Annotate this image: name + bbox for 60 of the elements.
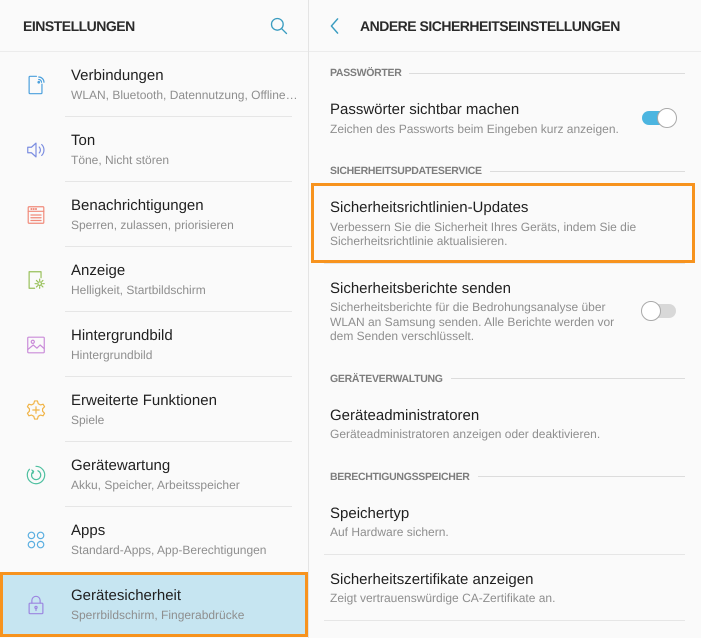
four-circles-icon xyxy=(25,528,47,550)
toggle-switch[interactable] xyxy=(641,301,677,321)
notification-panel-icon xyxy=(25,204,47,226)
setting-row[interactable]: Passwörter sichtbar machen Zeichen des Passworts beim Eingeben kurz anzeigen. xyxy=(309,85,701,150)
setting-title: Speichertyp xyxy=(330,504,410,524)
sidebar-item[interactable]: Anzeige Helligkeit, Startbildschirm xyxy=(0,247,308,312)
item-title: Erweiterte Funktionen xyxy=(71,391,217,411)
section-header: GERÄTEVERWALTUNG xyxy=(330,372,443,386)
section-header: SICHERHEITSUPDATESERVICE xyxy=(330,164,482,178)
sidebar-item[interactable]: Ton Töne, Nicht stören xyxy=(0,117,308,182)
header-title: ANDERE SICHERHEITSEINSTELLUNGEN xyxy=(360,16,620,34)
sidebar-item[interactable]: Verbindungen WLAN, Bluetooth, Datennutzung, Offline… xyxy=(0,52,308,117)
section-header: PASSWÖRTER xyxy=(330,66,402,80)
gear-plus-icon xyxy=(25,398,47,420)
item-subtitle: Sperrbildschirm, Fingerabdrücke xyxy=(71,607,244,623)
item-subtitle: Töne, Nicht stören xyxy=(71,152,170,168)
setting-description: Zeigt vertrauenswürdige CA-Zertifikate an. xyxy=(330,591,556,606)
toggle-switch[interactable] xyxy=(641,108,677,128)
setting-description: Verbessern Sie die Sicherheit Ihres Geräts, indem Sie die Sicherheitsrichtlinie aktualisieren. xyxy=(330,220,638,248)
item-subtitle: Spiele xyxy=(71,412,106,428)
setting-title: Sicherheitsberichte senden xyxy=(330,278,512,298)
search-icon[interactable] xyxy=(269,16,289,36)
header-title: EINSTELLUNGEN xyxy=(23,16,135,34)
image-icon xyxy=(25,334,47,356)
setting-description: Geräteadministratoren anzeigen oder deaktivieren. xyxy=(330,427,602,442)
back-icon[interactable] xyxy=(330,18,339,34)
item-title: Apps xyxy=(71,521,106,541)
setting-row[interactable]: Sicherheitsrichtlinien-Updates Verbessern Sie die Sicherheit Ihres Geräts, indem Sie die Sicherheitsrichtlinie aktualisieren. xyxy=(311,183,695,262)
sidebar-item[interactable]: Apps Standard-Apps, App-Berechtigungen xyxy=(0,507,308,572)
setting-title: Passwörter sichtbar machen xyxy=(330,100,520,120)
item-title: Gerätewartung xyxy=(71,456,172,476)
item-title: Hintergrundbild xyxy=(71,326,173,346)
item-title: Benachrichtigungen xyxy=(71,196,205,216)
sidebar-item[interactable]: Benachrichtigungen Sperren, zulassen, priorisieren xyxy=(0,182,308,247)
setting-title: Geräteadministratoren xyxy=(330,406,480,426)
item-subtitle: Akku, Speicher, Arbeitsspeicher xyxy=(71,477,240,493)
item-title: Ton xyxy=(71,131,96,151)
item-subtitle: Sperren, zulassen, priorisieren xyxy=(71,217,234,233)
setting-title: Sicherheitsrichtlinien-Updates xyxy=(330,198,530,218)
sidebar-item[interactable]: Erweiterte Funktionen Spiele xyxy=(0,377,308,442)
setting-title: Sicherheitszertifikate anzeigen xyxy=(330,570,534,590)
setting-row[interactable]: Sicherheitszertifikate anzeigen Zeigt vertrauenswürdige CA-Zertifikate an. xyxy=(309,554,701,620)
setting-description: Sicherheitsberichte für die Bedrohungsanalyse über WLAN an Samsung senden. Alle Berichte werden vor dem Senden verschlüsselt. xyxy=(330,300,616,344)
item-title: Verbindungen xyxy=(71,66,165,86)
item-subtitle: Helligkeit, Startbildschirm xyxy=(71,282,206,298)
setting-description: Auf Hardware sichern. xyxy=(330,525,450,540)
setting-row[interactable]: Speichertyp Auf Hardware sichern. xyxy=(309,488,701,554)
item-title: Anzeige xyxy=(71,261,126,281)
sidebar-item[interactable]: Hintergrundbild Hintergrundbild xyxy=(0,312,308,377)
section-header: BERECHTIGUNGSSPEICHER xyxy=(330,470,470,484)
setting-description: Zeichen des Passworts beim Eingeben kurz anzeigen. xyxy=(330,122,620,136)
circular-arrow-icon xyxy=(25,464,47,486)
item-title: Gerätesicherheit xyxy=(71,586,182,606)
item-subtitle: WLAN, Bluetooth, Datennutzung, Offline… xyxy=(71,87,298,103)
setting-row[interactable]: Sicherheitsberichte senden Sicherheitsberichte für die Bedrohungsanalyse über WLAN an Samsung senden. Alle Berichte werden vor dem Senden verschlüsselt. xyxy=(309,264,701,358)
item-subtitle: Hintergrundbild xyxy=(71,347,154,363)
setting-row[interactable]: Geräteadministratoren Geräteadministratoren anzeigen oder deaktivieren. xyxy=(309,390,701,456)
sidebar-item[interactable]: Gerätesicherheit Sperrbildschirm, Fingerabdrücke xyxy=(0,572,308,637)
sidebar-item[interactable]: Gerätewartung Akku, Speicher, Arbeitsspeicher xyxy=(0,442,308,507)
item-subtitle: Standard-Apps, App-Berechtigungen xyxy=(71,542,266,558)
